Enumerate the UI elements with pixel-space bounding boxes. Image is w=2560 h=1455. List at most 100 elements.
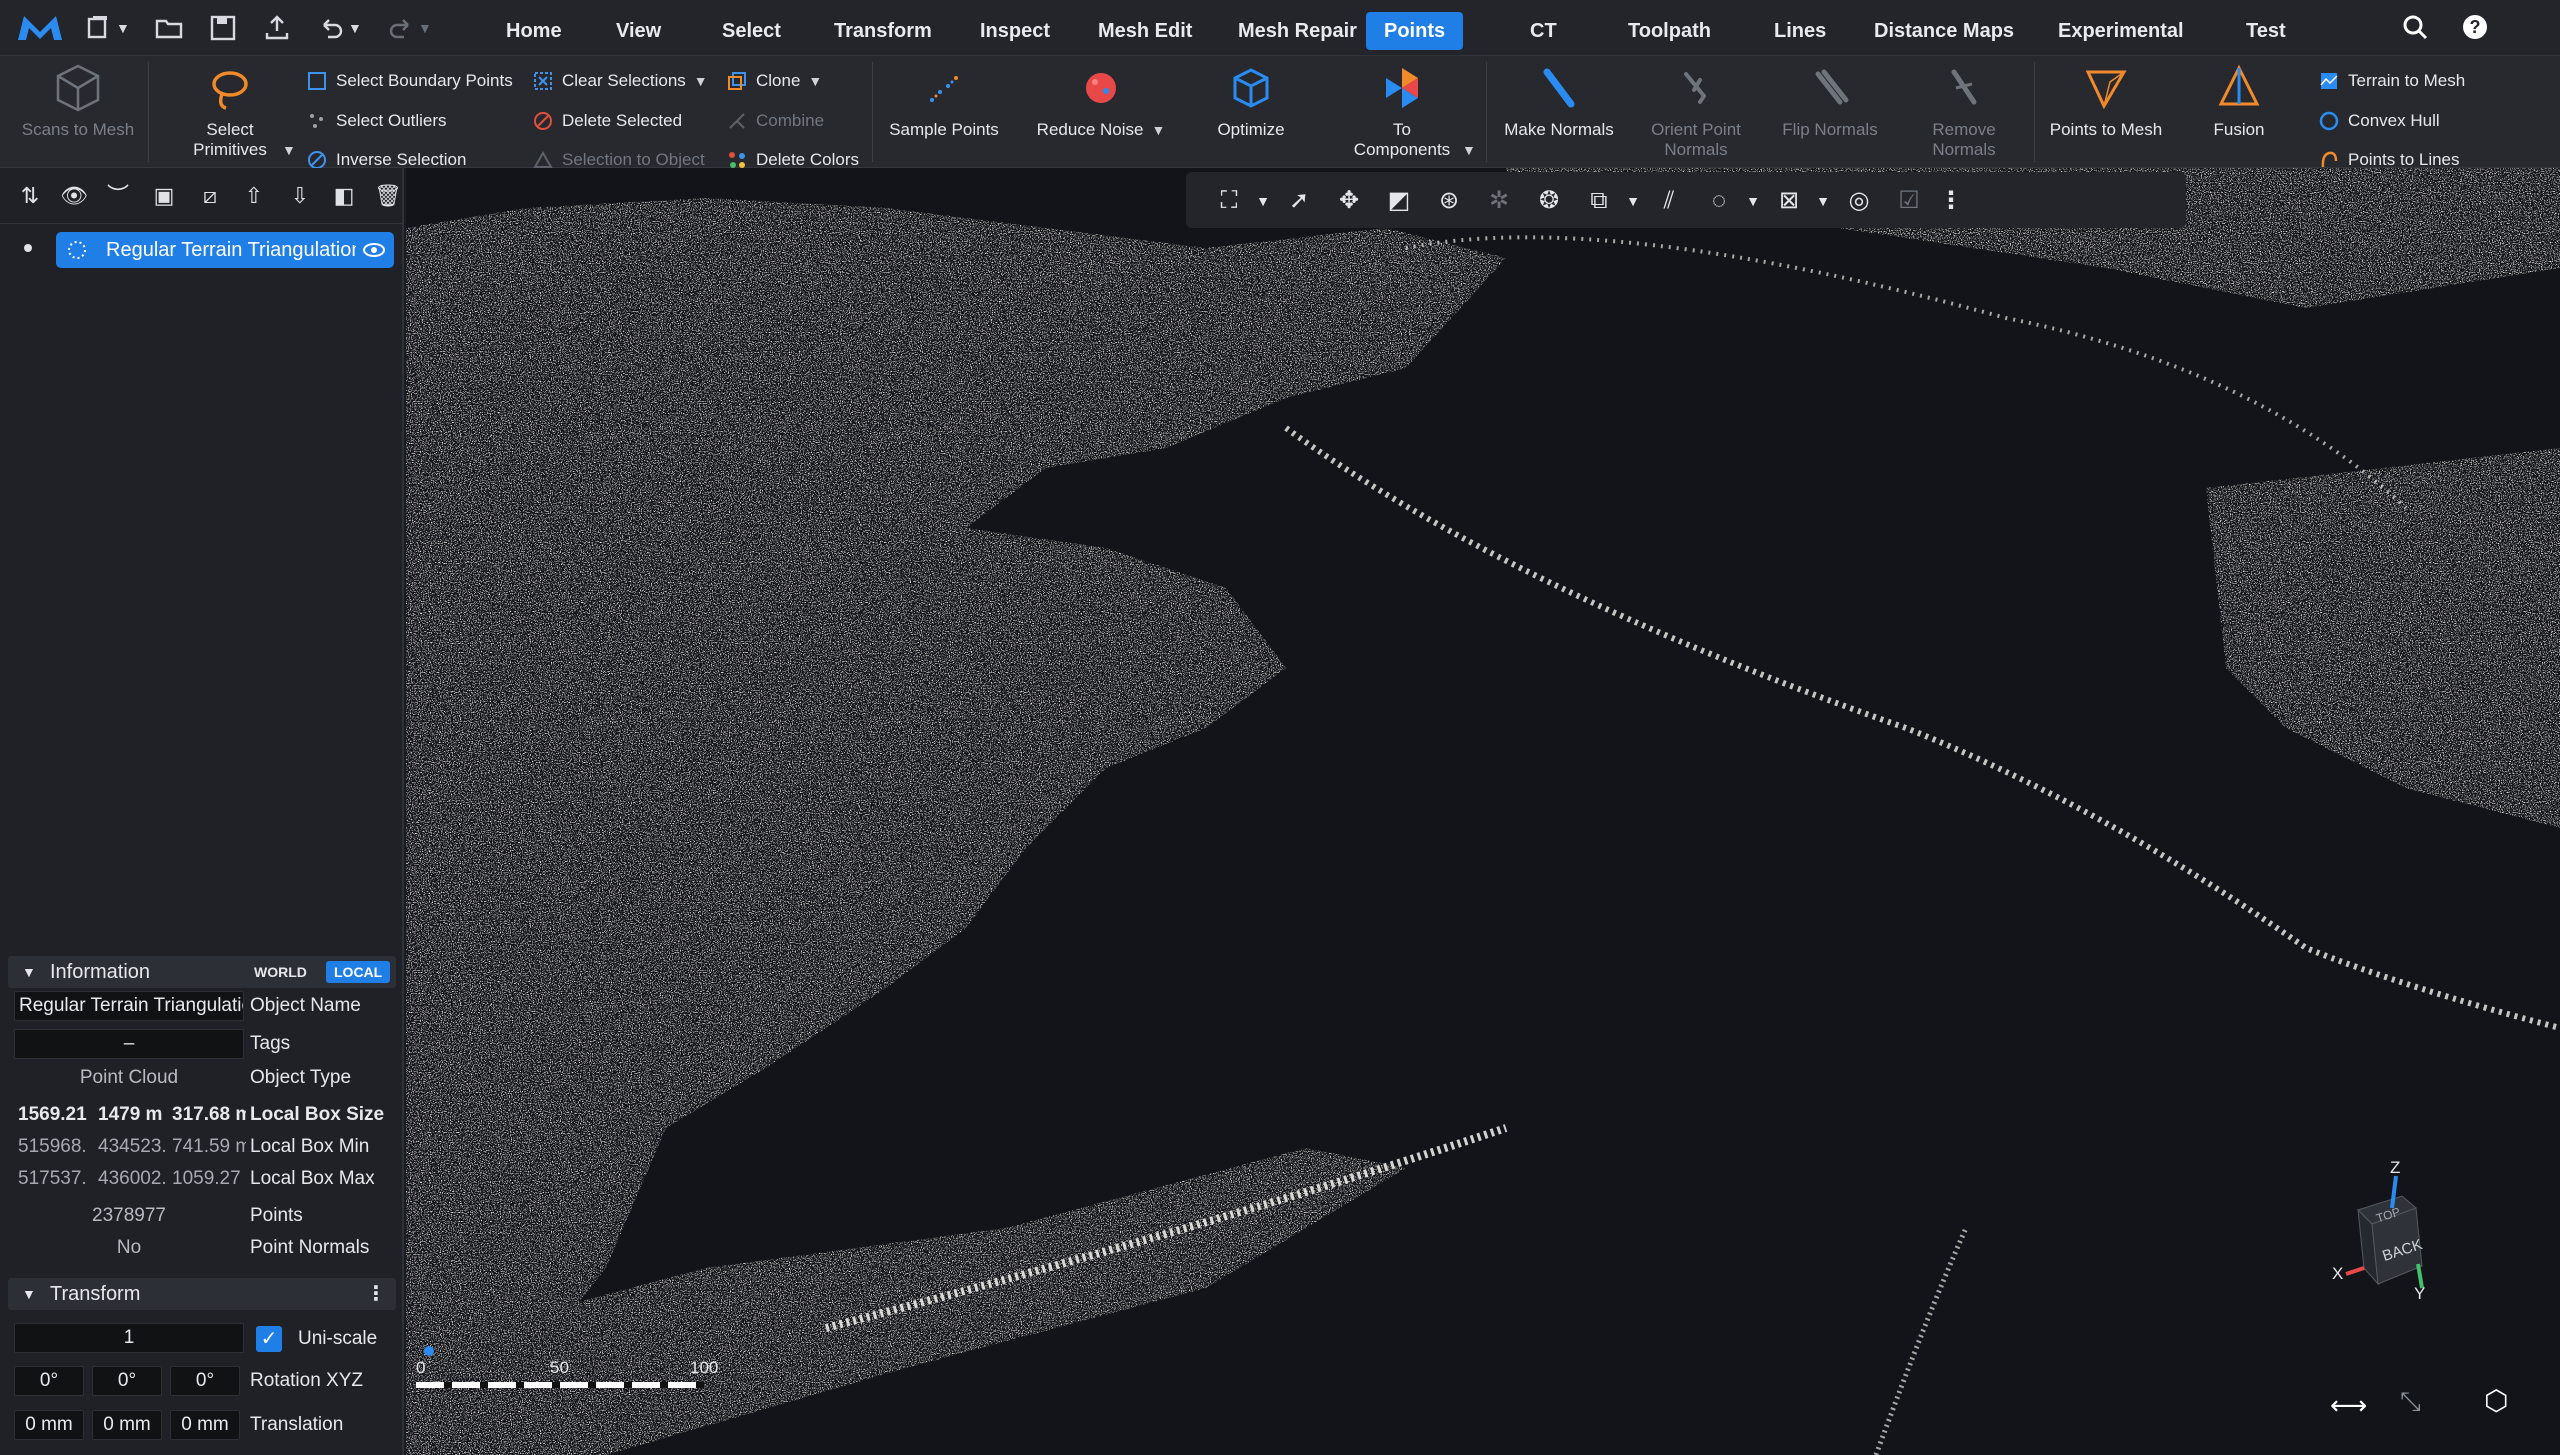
slice-icon[interactable]: ⫽ (1652, 184, 1686, 218)
tab-select[interactable]: Select (704, 12, 799, 50)
app-logo-icon[interactable] (14, 10, 66, 46)
box-select-icon[interactable]: ⧉ (1582, 184, 1616, 218)
move-icon[interactable]: ✥ (1332, 184, 1366, 218)
uniscale-checkbox[interactable]: ✓ (256, 1326, 282, 1352)
convex-hull-icon (2319, 111, 2339, 131)
save-button[interactable] (208, 12, 238, 44)
select-primitives-button[interactable]: Select Primitives ▼ (170, 62, 296, 160)
undo-button[interactable]: ▼ (316, 12, 362, 44)
pointer-icon[interactable]: ➚ (1282, 184, 1316, 218)
local-toggle[interactable]: LOCAL (326, 961, 391, 983)
rotation-z-field[interactable]: 0° (170, 1366, 240, 1396)
clear-box-icon[interactable]: ⊠ (1772, 184, 1806, 218)
points-to-mesh-icon (2085, 70, 2127, 110)
tab-inspect[interactable]: Inspect (962, 12, 1068, 50)
open-folder-button[interactable] (154, 12, 184, 44)
chevron-down-icon[interactable]: ▼ (1616, 184, 1650, 218)
delete-selected-button[interactable]: Delete Selected (532, 106, 682, 136)
more-icon[interactable]: ⋮ (1934, 184, 1968, 218)
make-normals-label: Make Normals (1504, 120, 1614, 139)
rotation-x-field[interactable]: 0° (14, 1366, 84, 1396)
tab-home[interactable]: Home (488, 12, 580, 50)
sort-icon[interactable]: ⇅ (16, 182, 44, 210)
tab-distance-maps[interactable]: Distance Maps (1856, 12, 2032, 50)
split-icon[interactable]: ◧ (330, 182, 358, 210)
perspective-cube-icon[interactable]: ⬡ (2484, 1384, 2508, 1417)
tab-transform[interactable]: Transform (816, 12, 950, 50)
select-outliers-button[interactable]: Select Outliers (306, 106, 447, 136)
chevron-down-icon[interactable]: ▼ (1736, 184, 1770, 218)
scans-to-mesh-button[interactable]: Scans to Mesh (16, 62, 140, 140)
tab-ct[interactable]: CT (1512, 12, 1575, 50)
optimize-button[interactable]: Optimize (1190, 62, 1312, 140)
tab-experimental[interactable]: Experimental (2040, 12, 2202, 50)
translation-y-field[interactable]: 0 mm (92, 1410, 162, 1440)
tab-toolpath[interactable]: Toolpath (1610, 12, 1729, 50)
move-up-icon[interactable]: ⇧ (240, 182, 268, 210)
trash-icon[interactable]: 🗑 (374, 182, 402, 210)
mesh-icon[interactable]: ✲ (1482, 184, 1516, 218)
trackball-icon[interactable]: ⊛ (1432, 184, 1466, 218)
tree-item-regular-terrain[interactable]: Regular Terrain Triangulation (56, 232, 394, 268)
rotation-y-field[interactable]: 0° (92, 1366, 162, 1396)
visibility-eye-icon[interactable] (362, 240, 386, 260)
more-options-icon[interactable]: ⋮ (366, 1278, 386, 1310)
move-down-icon[interactable]: ⇩ (286, 182, 314, 210)
lasso-icon[interactable]: ◌ (1702, 184, 1736, 218)
eye-closed-icon[interactable]: ︶ (104, 182, 132, 210)
save-icon (210, 15, 236, 41)
tab-view[interactable]: View (598, 12, 679, 50)
world-toggle[interactable]: WORLD (246, 961, 315, 983)
export-button[interactable] (262, 12, 292, 44)
3d-viewport[interactable]: ⛶ ▼ ➚ ✥ ◩ ⊛ ✲ ❂ ⧉ ▼ ⫽ ◌ ▼ ⊠ ▼ ◎ ☑ ⋮ 0 50… (406, 168, 2560, 1455)
tab-points[interactable]: Points (1366, 12, 1464, 50)
remove-normals-button[interactable]: Remove Normals (1902, 62, 2026, 160)
tab-mesh-repair[interactable]: Mesh Repair (1220, 12, 1375, 50)
tab-test[interactable]: Test (2228, 12, 2304, 50)
paint-select-icon[interactable]: ◩ (1382, 184, 1416, 218)
help-icon[interactable]: ? (2460, 12, 2490, 42)
tab-mesh-edit[interactable]: Mesh Edit (1080, 12, 1210, 50)
reduce-noise-button[interactable]: Reduce Noise ▼ (1034, 62, 1168, 140)
target-icon[interactable]: ◎ (1842, 184, 1876, 218)
terrain-to-mesh-button[interactable]: Terrain to Mesh (2318, 66, 2465, 96)
fusion-button[interactable]: Fusion (2186, 62, 2292, 140)
combine-button[interactable]: Combine (726, 106, 824, 136)
new-file-button[interactable]: ▼ (84, 12, 130, 44)
select-boundary-points-button[interactable]: Select Boundary Points (306, 66, 513, 96)
scale-field[interactable]: 1 (14, 1323, 244, 1353)
chevron-down-icon[interactable]: ▼ (1246, 184, 1280, 218)
translation-x-field[interactable]: 0 mm (14, 1410, 84, 1440)
check-icon[interactable]: ☑ (1892, 184, 1926, 218)
orbit-icon[interactable]: ⤡ (2400, 1386, 2421, 1418)
clear-selections-button[interactable]: Clear Selections ▼ (532, 66, 708, 96)
make-normals-button[interactable]: Make Normals (1494, 62, 1624, 140)
local-box-min-label: Local Box Min (250, 1136, 370, 1157)
tags-field[interactable]: – (14, 1029, 244, 1059)
select-all-icon[interactable]: ▣ (150, 182, 178, 210)
redo-button[interactable]: ▼ (386, 12, 432, 44)
orient-point-normals-button[interactable]: Orient Point Normals (1634, 62, 1758, 160)
sample-points-button[interactable]: Sample Points (882, 62, 1006, 140)
points-to-mesh-button[interactable]: Points to Mesh (2040, 62, 2172, 140)
clone-button[interactable]: Clone ▼ (726, 66, 822, 96)
fit-view-icon[interactable]: ⛶ (1212, 184, 1246, 218)
transform-header[interactable]: ▼ Transform ⋮ (8, 1278, 396, 1310)
tab-lines[interactable]: Lines (1756, 12, 1844, 50)
measure-icon[interactable]: ⟷ (2330, 1390, 2367, 1421)
flip-normals-button[interactable]: Flip Normals (1768, 62, 1892, 140)
new-file-icon (87, 16, 107, 39)
translation-z-field[interactable]: 0 mm (170, 1410, 240, 1440)
eye-icon[interactable]: 👁 (60, 182, 88, 210)
search-icon[interactable] (2400, 12, 2430, 42)
shading-icon[interactable]: ❂ (1532, 184, 1566, 218)
deselect-icon[interactable]: ⧄ (196, 182, 224, 210)
chevron-down-icon[interactable]: ▼ (1806, 184, 1840, 218)
reduce-noise-label: Reduce Noise (1036, 120, 1144, 139)
to-components-label: To Components (1353, 120, 1451, 159)
view-cube[interactable]: TOP BACK Z X Y (2296, 1158, 2446, 1318)
object-name-field[interactable]: Regular Terrain Triangulation (14, 991, 244, 1021)
information-header[interactable]: ▼ Information WORLD LOCAL (8, 956, 396, 988)
convex-hull-button[interactable]: Convex Hull (2318, 106, 2440, 136)
to-components-button[interactable]: To Components ▼ (1334, 62, 1476, 160)
